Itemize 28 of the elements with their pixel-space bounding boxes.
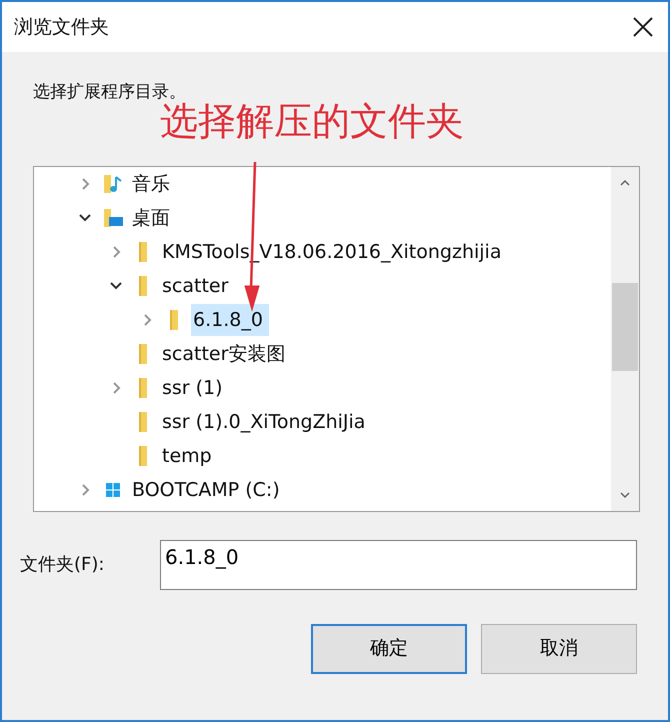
tree-item[interactable]: ssr (1) xyxy=(160,372,229,404)
folder-icon xyxy=(139,276,147,296)
scroll-thumb[interactable] xyxy=(612,282,638,370)
tree-item[interactable]: 6.1.8_0 xyxy=(191,304,269,336)
ok-button[interactable]: 确定 xyxy=(311,624,467,674)
folder-label: 文件夹(F): xyxy=(20,553,106,577)
folder-input[interactable]: 6.1.8_0 xyxy=(160,540,637,590)
tree-item[interactable]: scatter xyxy=(160,270,234,302)
cancel-button[interactable]: 取消 xyxy=(481,624,637,674)
tree-item[interactable]: scatter安装图 xyxy=(160,338,292,370)
folder-icon xyxy=(139,446,147,466)
folder-icon xyxy=(170,310,178,330)
folder-icon xyxy=(139,378,147,398)
desktop-folder-icon xyxy=(102,206,124,228)
tree-item[interactable]: 音乐 xyxy=(130,168,176,200)
tree-item[interactable]: ssr (1).0_XiTongZhiJia xyxy=(160,406,372,438)
tree-item[interactable]: 桌面 xyxy=(130,202,176,234)
scrollbar[interactable] xyxy=(611,166,639,510)
tree-item[interactable]: BOOTCAMP (C:) xyxy=(130,474,286,506)
folder-icon xyxy=(139,242,147,262)
music-folder-icon xyxy=(102,172,124,194)
window-title: 浏览文件夹 xyxy=(14,14,109,40)
tree-item[interactable]: temp xyxy=(160,440,218,472)
drive-icon xyxy=(106,482,120,496)
annotation-text: 选择解压的文件夹 xyxy=(160,102,464,144)
instruction-text: 选择扩展程序目录。 xyxy=(33,81,187,102)
folder-icon xyxy=(139,412,147,432)
folder-icon xyxy=(139,344,147,364)
